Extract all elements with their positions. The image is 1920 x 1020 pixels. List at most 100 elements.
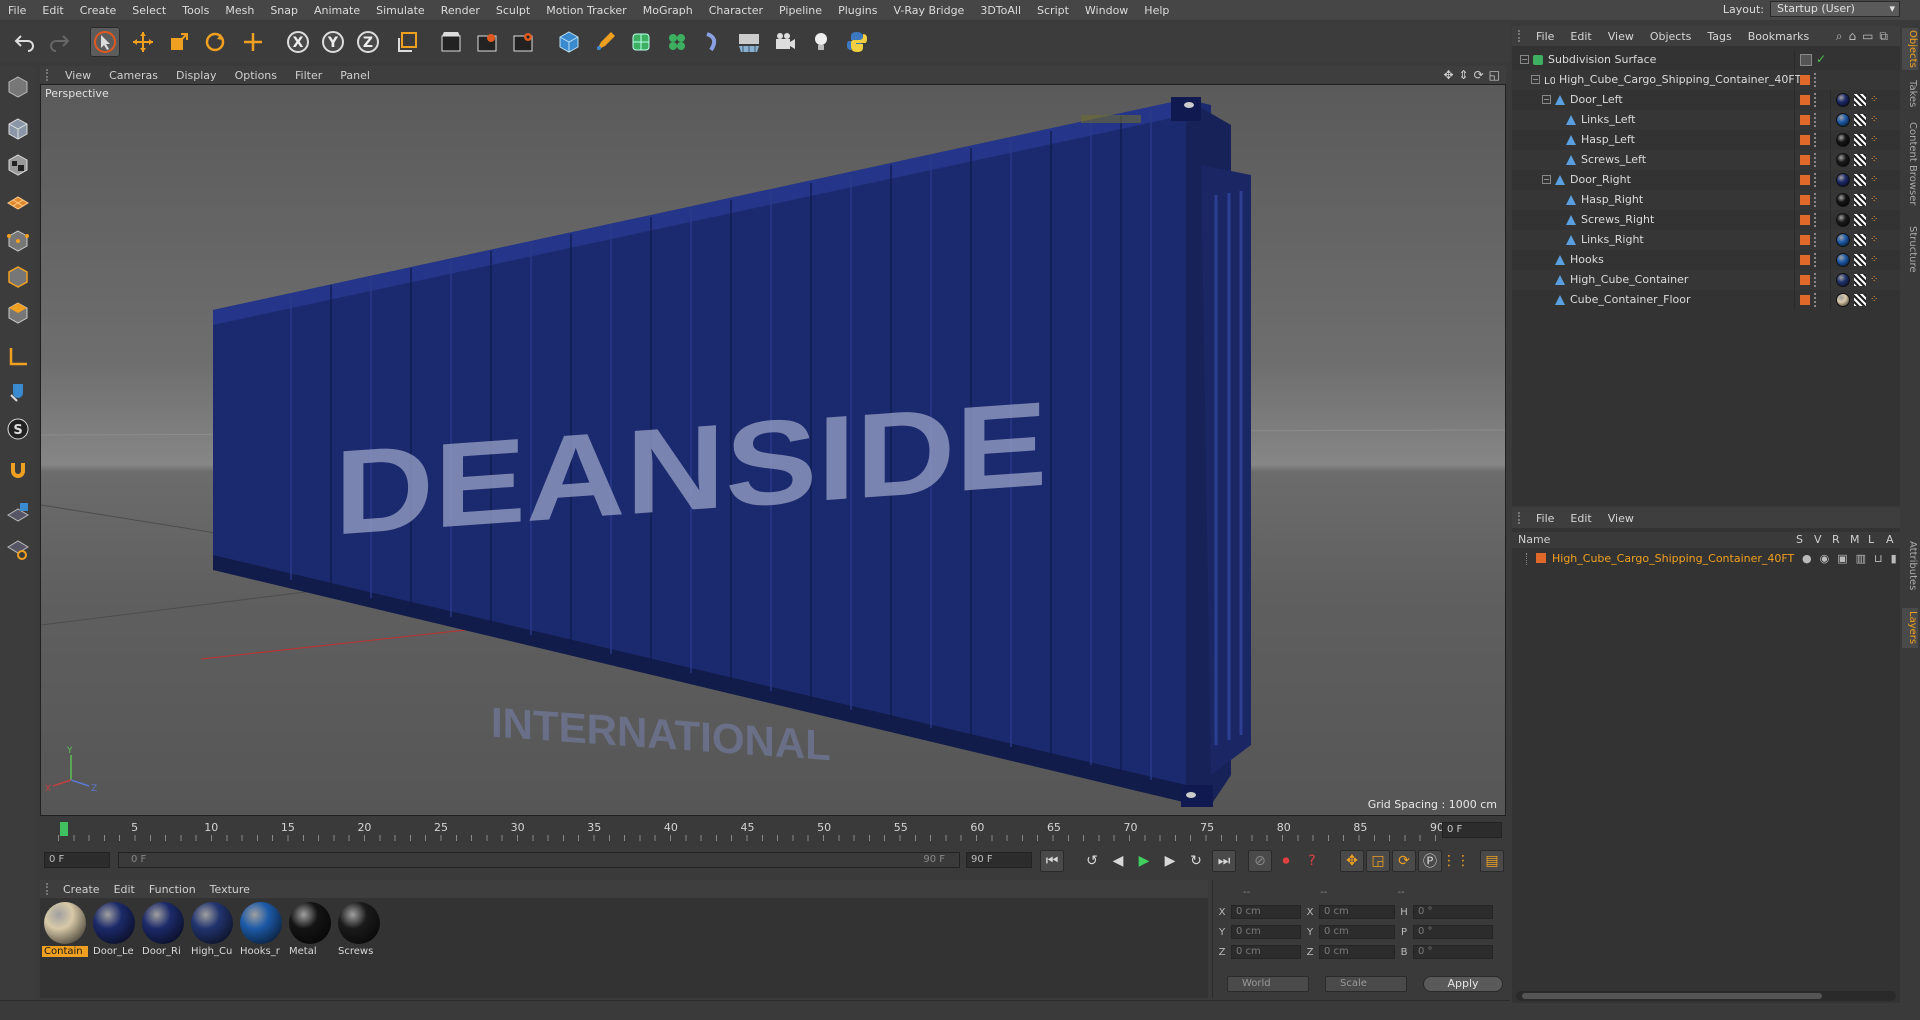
phong-tag-icon[interactable]: ⁘: [1870, 215, 1880, 225]
layer-menu-file[interactable]: File: [1528, 512, 1562, 525]
material-tag-icon[interactable]: [1836, 173, 1850, 187]
object-name[interactable]: Hasp_Left: [1581, 133, 1635, 146]
material-tag-icon[interactable]: [1836, 293, 1850, 307]
enabled-check-icon[interactable]: ✓: [1816, 52, 1826, 66]
material-tag-icon[interactable]: [1836, 273, 1850, 287]
object-row[interactable]: Screws_Left ⁘: [1512, 150, 1900, 170]
object-name[interactable]: Subdivision Surface: [1548, 53, 1656, 66]
next-key-icon[interactable]: ↻: [1184, 850, 1208, 872]
end-frame-field[interactable]: 90 F: [966, 852, 1032, 868]
start-frame-field[interactable]: 0 F: [44, 852, 110, 868]
planar-workplane-icon[interactable]: [3, 534, 33, 564]
menu-pipeline[interactable]: Pipeline: [771, 4, 830, 17]
edges-mode-icon[interactable]: [3, 262, 33, 292]
visibility-dots-icon[interactable]: [1814, 133, 1818, 147]
pen-icon[interactable]: [590, 27, 620, 57]
rotate-icon[interactable]: [200, 27, 230, 57]
render-settings-icon[interactable]: [508, 27, 538, 57]
phong-tag-icon[interactable]: ⁘: [1870, 155, 1880, 165]
layer-name[interactable]: High_Cube_Cargo_Shipping_Container_40FT: [1552, 552, 1794, 565]
menu-create[interactable]: Create: [72, 4, 125, 17]
visibility-dots-icon[interactable]: [1814, 173, 1818, 187]
cloner-icon[interactable]: [662, 27, 692, 57]
panel-grip[interactable]: [1518, 30, 1524, 42]
timeline[interactable]: 051015202530354045505560657075808590 0 F: [40, 818, 1506, 842]
visibility-dots-icon[interactable]: [1814, 253, 1818, 267]
menu-character[interactable]: Character: [701, 4, 771, 17]
layer-row[interactable]: High_Cube_Cargo_Shipping_Container_40FT …: [1512, 550, 1900, 568]
make-editable-icon[interactable]: [3, 72, 33, 102]
uvw-tag-icon[interactable]: [1854, 274, 1866, 286]
material-slot[interactable]: Metal: [287, 900, 333, 960]
layer-color-icon[interactable]: [1800, 135, 1810, 145]
menu-snap[interactable]: Snap: [262, 4, 306, 17]
coordinate-system-icon[interactable]: [393, 27, 423, 57]
autokey-icon[interactable]: ⏺: [1274, 850, 1298, 872]
workplane-icon[interactable]: [3, 186, 33, 216]
side-tab-takes[interactable]: Takes: [1902, 74, 1918, 114]
layer-color-swatch[interactable]: [1536, 553, 1546, 563]
object-row[interactable]: Links_Left ⁘: [1512, 110, 1900, 130]
object-row[interactable]: Hasp_Left ⁘: [1512, 130, 1900, 150]
visibility-dots-icon[interactable]: [1814, 273, 1818, 287]
visibility-dots-icon[interactable]: [1814, 153, 1818, 167]
coord-value-field[interactable]: 0 °: [1413, 905, 1493, 919]
magnet-icon[interactable]: [3, 456, 33, 486]
coord-value-field[interactable]: 0 cm: [1319, 905, 1395, 919]
model-mode-icon[interactable]: [3, 114, 33, 144]
viewport-menu-panel[interactable]: Panel: [331, 69, 379, 82]
object-row[interactable]: Hooks ⁘: [1512, 250, 1900, 270]
object-menu-objects[interactable]: Objects: [1642, 30, 1700, 43]
object-row[interactable]: − Door_Left ⁘: [1512, 90, 1900, 110]
perspective-viewport[interactable]: DEANSIDE INTERNATIONAL Y Z X Perspective…: [40, 84, 1506, 816]
key-scale-icon[interactable]: ◲: [1366, 850, 1390, 872]
expand-toggle-icon[interactable]: −: [1542, 175, 1551, 184]
coord-value-field[interactable]: 0 cm: [1231, 945, 1301, 959]
record-keys-icon[interactable]: ⊘: [1248, 850, 1272, 872]
layer-color-icon[interactable]: [1800, 235, 1810, 245]
uvw-tag-icon[interactable]: [1854, 294, 1866, 306]
material-tag-icon[interactable]: [1836, 253, 1850, 267]
object-row[interactable]: Screws_Right ⁘: [1512, 210, 1900, 230]
material-tag-icon[interactable]: [1836, 93, 1850, 107]
deformer-icon[interactable]: [698, 27, 728, 57]
select-arrow-icon[interactable]: [90, 27, 120, 57]
menu-animate[interactable]: Animate: [306, 4, 368, 17]
object-name[interactable]: Door_Right: [1570, 173, 1631, 186]
visibility-dots-icon[interactable]: [1814, 93, 1818, 107]
object-name[interactable]: Cube_Container_Floor: [1570, 293, 1691, 306]
phong-tag-icon[interactable]: ⁘: [1870, 115, 1880, 125]
menu-select[interactable]: Select: [124, 4, 174, 17]
layer-color-icon[interactable]: [1800, 75, 1810, 85]
uvw-tag-icon[interactable]: [1854, 254, 1866, 266]
object-name[interactable]: Links_Right: [1581, 233, 1644, 246]
key-position-icon[interactable]: ✥: [1340, 850, 1364, 872]
object-row[interactable]: − L0 High_Cube_Cargo_Shipping_Container_40…: [1512, 70, 1900, 90]
x-axis-icon[interactable]: X: [283, 27, 313, 57]
timeline-ruler[interactable]: 051015202530354045505560657075808590: [52, 818, 1472, 842]
render-view-icon[interactable]: [436, 27, 466, 57]
cube-icon[interactable]: [554, 27, 584, 57]
object-name[interactable]: Door_Left: [1570, 93, 1623, 106]
key-pla-icon[interactable]: ⋮⋮: [1442, 850, 1470, 872]
uvw-tag-icon[interactable]: [1854, 114, 1866, 126]
phong-tag-icon[interactable]: ⁘: [1870, 255, 1880, 265]
python-icon[interactable]: [842, 27, 872, 57]
go-to-end-icon[interactable]: ⏭: [1212, 850, 1236, 872]
material-menu-edit[interactable]: Edit: [107, 883, 142, 896]
previous-key-icon[interactable]: ↺: [1080, 850, 1104, 872]
panel-grip[interactable]: [46, 69, 52, 81]
scale-dropdown[interactable]: Scale: [1325, 976, 1407, 992]
visibility-dots-icon[interactable]: [1814, 73, 1818, 87]
play-icon[interactable]: ▶: [1132, 850, 1156, 872]
coord-value-field[interactable]: 0 °: [1413, 925, 1493, 939]
material-tag-icon[interactable]: [1836, 153, 1850, 167]
phong-tag-icon[interactable]: ⁘: [1870, 195, 1880, 205]
timeline-playhead[interactable]: [60, 822, 68, 836]
world-dropdown[interactable]: World: [1227, 976, 1309, 992]
menu-motion-tracker[interactable]: Motion Tracker: [538, 4, 634, 17]
coord-value-field[interactable]: 0 cm: [1231, 925, 1301, 939]
menu-v-ray-bridge[interactable]: V-Ray Bridge: [885, 4, 972, 17]
coord-value-field[interactable]: 0 °: [1413, 945, 1493, 959]
axis-mode-icon[interactable]: [3, 342, 33, 372]
